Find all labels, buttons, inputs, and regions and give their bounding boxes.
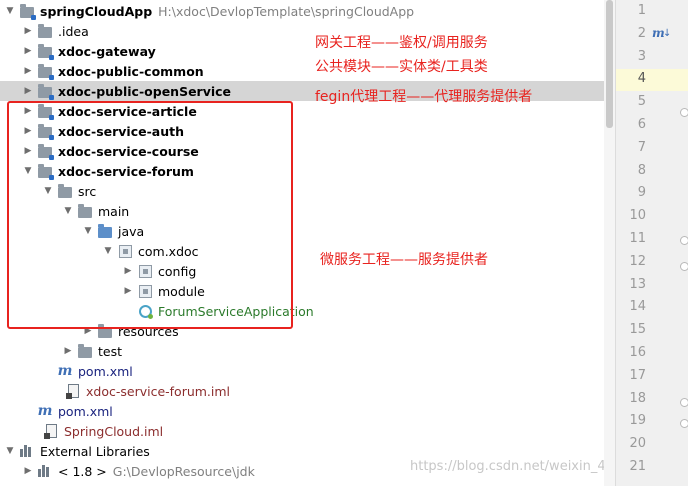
tree-item-label: xdoc-gateway [58,43,156,59]
line-number: 18 [629,390,646,406]
expand-arrow-icon[interactable]: ▶ [22,61,34,81]
tree-item-public-common[interactable]: ▶ xdoc-public-common [0,61,612,81]
line-number: 5 [637,94,646,110]
expand-arrow-icon[interactable]: ▶ [22,21,34,41]
project-tree[interactable]: ▼ springCloudApp H:\xdoc\DevlopTemplate\… [0,0,612,486]
tree-item-label: xdoc-public-common [58,63,204,79]
tree-item-label: SpringCloud.iml [64,423,164,439]
tree-item-idea[interactable]: ▶ .idea [0,21,612,41]
maven-icon: m [37,403,53,419]
line-number: 10 [629,208,646,224]
annotation-micro: 微服务工程——服务提供者 [320,252,488,268]
root-module-path: H:\xdoc\DevlopTemplate\springCloudApp [158,3,415,19]
line-number: 17 [629,367,646,383]
fold-marker-icon[interactable] [680,236,688,245]
module-folder-icon [37,63,54,80]
tree-scrollbar[interactable] [604,0,615,486]
line-number: 7 [637,139,646,155]
line-number: 9 [637,185,646,201]
maven-icon: m [57,363,73,379]
line-number: 2 [637,25,646,41]
editor-gutter: 1 2 3 4 5 6 7 8 9 10 11 12 13 14 15 16 17 18 19 20 21 m ↓ [615,0,688,486]
annotation-common: 公共模块——实体类/工具类 [315,59,488,75]
line-number: 13 [629,276,646,292]
tree-item-label: pom.xml [78,363,133,379]
line-number: 20 [629,436,646,452]
expand-arrow-icon[interactable]: ▶ [22,81,34,101]
iml-file-icon [43,423,59,439]
arrow-down-icon[interactable]: ↓ [663,28,671,39]
root-module-name: springCloudApp [40,3,153,19]
iml-file-icon [65,383,81,399]
module-folder-icon [37,83,54,100]
collapse-arrow-icon[interactable]: ▼ [4,1,16,21]
fold-marker-icon[interactable] [680,262,688,271]
tree-item-forum-iml[interactable]: xdoc-service-forum.iml [0,381,612,401]
tree-item-label: < 1.8 > [58,463,107,479]
tree-item-test[interactable]: ▶ test [0,341,612,361]
tree-item-root-pom[interactable]: m pom.xml [0,401,612,421]
scrollbar-thumb[interactable] [606,0,613,128]
line-number: 3 [637,48,646,64]
watermark: https://blog.csdn.net/weixin_44355259 [410,459,612,474]
line-number: 6 [637,117,646,132]
line-number: 14 [629,299,646,315]
tree-item-label: test [98,343,123,359]
tree-item-gateway[interactable]: ▶ xdoc-gateway [0,41,612,61]
library-icon [19,443,35,459]
line-number: 1 [637,3,646,18]
annotation-fegin: fegin代理工程——代理服务提供者 [315,89,533,105]
expand-arrow-icon[interactable]: ▶ [22,41,34,61]
tree-item-label: .idea [58,23,89,39]
tree-item-label: pom.xml [58,403,113,419]
line-number: 11 [629,231,646,246]
tree-item-label: External Libraries [40,443,150,459]
line-number: 21 [629,459,646,474]
tree-item-external-libraries[interactable]: ▼ External Libraries [0,441,612,461]
line-number: 15 [629,322,646,338]
tree-item-label: xdoc-public-openService [58,83,232,99]
folder-icon [77,343,93,359]
tree-item-label: xdoc-service-forum.iml [86,383,231,399]
module-folder-icon [37,43,54,60]
module-folder-icon [19,3,36,20]
tree-item-forum-pom[interactable]: m pom.xml [0,361,612,381]
collapse-arrow-icon[interactable]: ▼ [4,441,16,461]
expand-arrow-icon[interactable]: ▶ [62,341,74,361]
tree-item-root-iml[interactable]: SpringCloud.iml [0,421,612,441]
tree-item-path: G:\DevlopResource\jdk [112,463,255,479]
line-number: 8 [637,162,646,178]
tree-root-springcloudapp[interactable]: ▼ springCloudApp H:\xdoc\DevlopTemplate\… [0,1,612,21]
folder-icon [37,23,53,39]
line-number: 12 [629,253,646,269]
line-number: 16 [629,345,646,360]
library-icon [37,463,53,479]
fold-marker-icon[interactable] [680,398,688,407]
fold-marker-icon[interactable] [680,108,688,117]
line-number: 19 [629,413,646,429]
line-number: 4 [637,71,646,87]
highlight-box [7,101,293,329]
expand-arrow-icon[interactable]: ▶ [22,461,34,481]
annotation-gateway: 网关工程——鉴权/调用服务 [315,35,488,51]
fold-marker-icon[interactable] [680,419,688,428]
